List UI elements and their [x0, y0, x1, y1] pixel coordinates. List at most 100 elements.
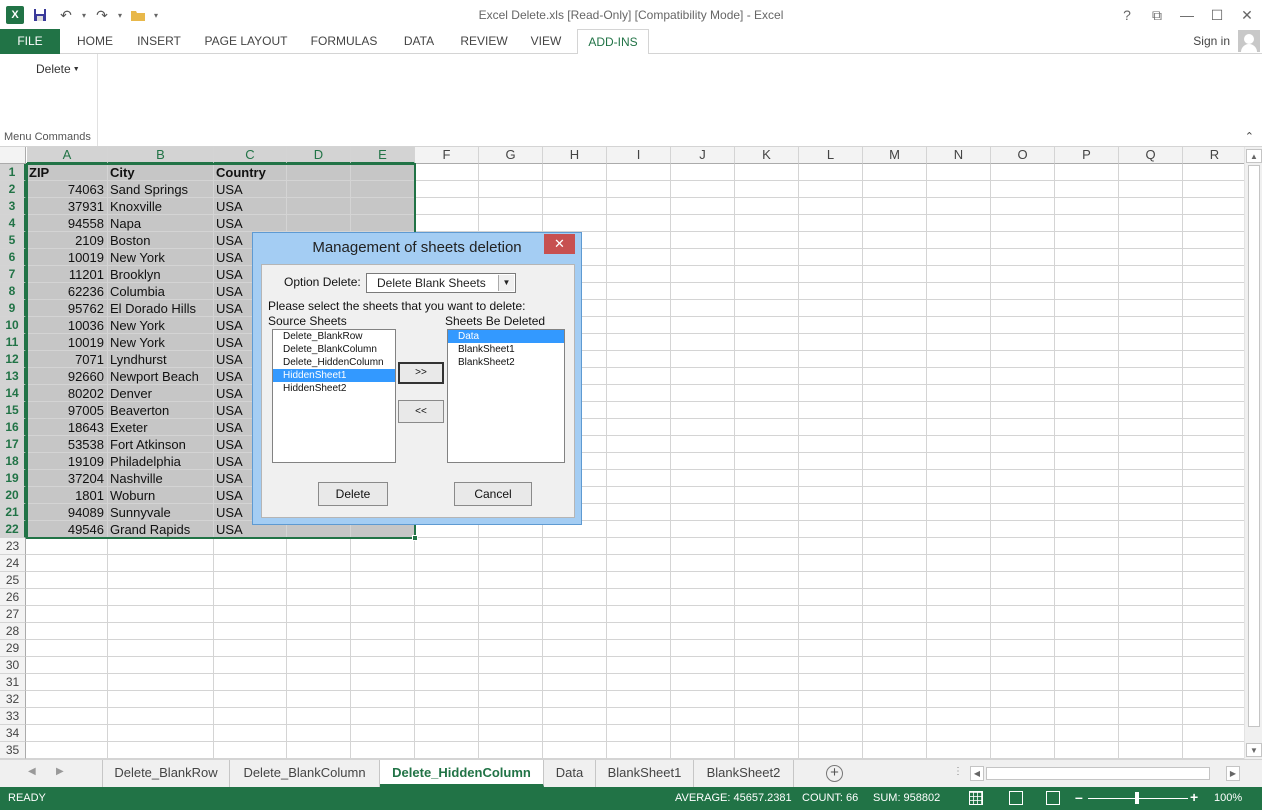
- spreadsheet-grid[interactable]: A B C D E F G H I J K L M N O P Q R 1 2 3 4 5 6 7 8 9 10 11 12 13 14 15 1…: [0, 147, 1244, 759]
- column-header-b[interactable]: B: [108, 147, 214, 164]
- row-header-13[interactable]: 13: [0, 368, 26, 385]
- row-header-31[interactable]: 31: [0, 674, 26, 691]
- cancel-button[interactable]: Cancel: [454, 482, 532, 506]
- add-to-delete-button[interactable]: >>: [398, 362, 444, 384]
- scroll-left-icon[interactable]: ◀: [970, 766, 984, 781]
- tab-review[interactable]: REVIEW: [454, 29, 514, 54]
- prev-sheet-icon[interactable]: ◀: [28, 766, 36, 777]
- row-header-18[interactable]: 18: [0, 453, 26, 470]
- add-sheet-icon[interactable]: +: [826, 765, 843, 782]
- row-header-34[interactable]: 34: [0, 725, 26, 742]
- row-header-26[interactable]: 26: [0, 589, 26, 606]
- row-header-12[interactable]: 12: [0, 351, 26, 368]
- row-header-28[interactable]: 28: [0, 623, 26, 640]
- column-header-l[interactable]: L: [799, 147, 863, 164]
- row-header-8[interactable]: 8: [0, 283, 26, 300]
- column-header-q[interactable]: Q: [1119, 147, 1183, 164]
- row-header-5[interactable]: 5: [0, 232, 26, 249]
- sheet-tab-delete-blankcolumn[interactable]: Delete_BlankColumn: [230, 760, 380, 787]
- source-sheets-list[interactable]: Delete_BlankRow Delete_BlankColumn Delete_…: [272, 329, 396, 463]
- source-sheet-item[interactable]: HiddenSheet1: [273, 369, 395, 382]
- zoom-level[interactable]: 100%: [1214, 792, 1242, 804]
- row-header-14[interactable]: 14: [0, 385, 26, 402]
- column-header-a[interactable]: A: [27, 147, 108, 164]
- column-header-p[interactable]: P: [1055, 147, 1119, 164]
- help-icon[interactable]: ?: [1112, 0, 1142, 30]
- row-header-32[interactable]: 32: [0, 691, 26, 708]
- option-delete-select[interactable]: Delete Blank Sheets ▼: [366, 273, 516, 293]
- column-header-i[interactable]: I: [607, 147, 671, 164]
- row-header-17[interactable]: 17: [0, 436, 26, 453]
- column-header-j[interactable]: J: [671, 147, 735, 164]
- source-sheet-item[interactable]: Delete_BlankRow: [273, 330, 395, 343]
- source-sheet-item[interactable]: Delete_BlankColumn: [273, 343, 395, 356]
- ribbon-display-options-icon[interactable]: ⧉: [1142, 0, 1172, 30]
- scroll-thumb[interactable]: [1248, 165, 1260, 727]
- scroll-up-icon[interactable]: ▲: [1246, 149, 1262, 163]
- row-header-33[interactable]: 33: [0, 708, 26, 725]
- delete-sheet-item[interactable]: Data: [448, 330, 564, 343]
- zoom-out-icon[interactable]: –: [1075, 789, 1083, 805]
- column-header-h[interactable]: H: [543, 147, 607, 164]
- sheet-tab-blanksheet1[interactable]: BlankSheet1: [596, 760, 694, 787]
- tab-home[interactable]: HOME: [64, 29, 126, 54]
- remove-from-delete-button[interactable]: <<: [398, 400, 444, 423]
- row-header-6[interactable]: 6: [0, 249, 26, 266]
- fill-handle[interactable]: [412, 535, 418, 541]
- row-header-23[interactable]: 23: [0, 538, 26, 555]
- row-header-16[interactable]: 16: [0, 419, 26, 436]
- tab-view[interactable]: VIEW: [522, 29, 570, 54]
- vertical-scrollbar[interactable]: ▲ ▼: [1244, 147, 1262, 759]
- tab-insert[interactable]: INSERT: [128, 29, 190, 54]
- sheet-tab-data[interactable]: Data: [544, 760, 596, 787]
- row-header-2[interactable]: 2: [0, 181, 26, 198]
- close-window-icon[interactable]: ✕: [1232, 0, 1262, 30]
- sheet-tab-delete-blankrow[interactable]: Delete_BlankRow: [102, 760, 230, 787]
- row-header-27[interactable]: 27: [0, 606, 26, 623]
- select-all-corner[interactable]: [0, 147, 26, 164]
- column-header-f[interactable]: F: [415, 147, 479, 164]
- horizontal-scroll-thumb[interactable]: [986, 767, 1210, 780]
- avatar[interactable]: [1238, 30, 1260, 52]
- row-header-1[interactable]: 1: [0, 164, 26, 181]
- horizontal-scrollbar[interactable]: ◀ ▶: [970, 766, 1242, 781]
- row-header-24[interactable]: 24: [0, 555, 26, 572]
- scroll-down-icon[interactable]: ▼: [1246, 743, 1262, 757]
- row-header-7[interactable]: 7: [0, 266, 26, 283]
- more-options-icon[interactable]: ⋮: [953, 766, 963, 777]
- maximize-icon[interactable]: ☐: [1202, 0, 1232, 30]
- tab-add-ins[interactable]: ADD-INS: [577, 29, 649, 55]
- page-break-view-icon[interactable]: [1046, 791, 1060, 805]
- row-header-4[interactable]: 4: [0, 215, 26, 232]
- dialog-close-button[interactable]: ✕: [544, 234, 575, 254]
- column-header-m[interactable]: M: [863, 147, 927, 164]
- collapse-ribbon-icon[interactable]: ⌃: [1245, 130, 1254, 143]
- delete-menu-button[interactable]: Delete ▼: [36, 62, 80, 76]
- sheet-tab-delete-hiddencolumn[interactable]: Delete_HiddenColumn: [380, 760, 544, 787]
- row-header-9[interactable]: 9: [0, 300, 26, 317]
- column-header-c[interactable]: C: [214, 147, 287, 164]
- column-header-e[interactable]: E: [351, 147, 415, 164]
- tab-data[interactable]: DATA: [392, 29, 446, 54]
- column-header-n[interactable]: N: [927, 147, 991, 164]
- source-sheet-item[interactable]: HiddenSheet2: [273, 382, 395, 395]
- delete-sheet-item[interactable]: BlankSheet1: [448, 343, 564, 356]
- tab-file[interactable]: FILE: [0, 29, 60, 54]
- column-header-o[interactable]: O: [991, 147, 1055, 164]
- row-header-15[interactable]: 15: [0, 402, 26, 419]
- sign-in-link[interactable]: Sign in: [1193, 34, 1230, 48]
- column-header-d[interactable]: D: [287, 147, 351, 164]
- delete-sheet-item[interactable]: BlankSheet2: [448, 356, 564, 369]
- row-header-21[interactable]: 21: [0, 504, 26, 521]
- zoom-in-icon[interactable]: +: [1190, 789, 1198, 805]
- chevron-down-icon[interactable]: ▼: [498, 275, 514, 291]
- column-header-g[interactable]: G: [479, 147, 543, 164]
- next-sheet-icon[interactable]: ▶: [56, 766, 64, 777]
- page-layout-view-icon[interactable]: [1009, 791, 1023, 805]
- scroll-right-icon[interactable]: ▶: [1226, 766, 1240, 781]
- row-header-20[interactable]: 20: [0, 487, 26, 504]
- sheet-tab-blanksheet2[interactable]: BlankSheet2: [694, 760, 794, 787]
- row-header-25[interactable]: 25: [0, 572, 26, 589]
- minimize-icon[interactable]: —: [1172, 0, 1202, 30]
- tab-page-layout[interactable]: PAGE LAYOUT: [196, 29, 296, 54]
